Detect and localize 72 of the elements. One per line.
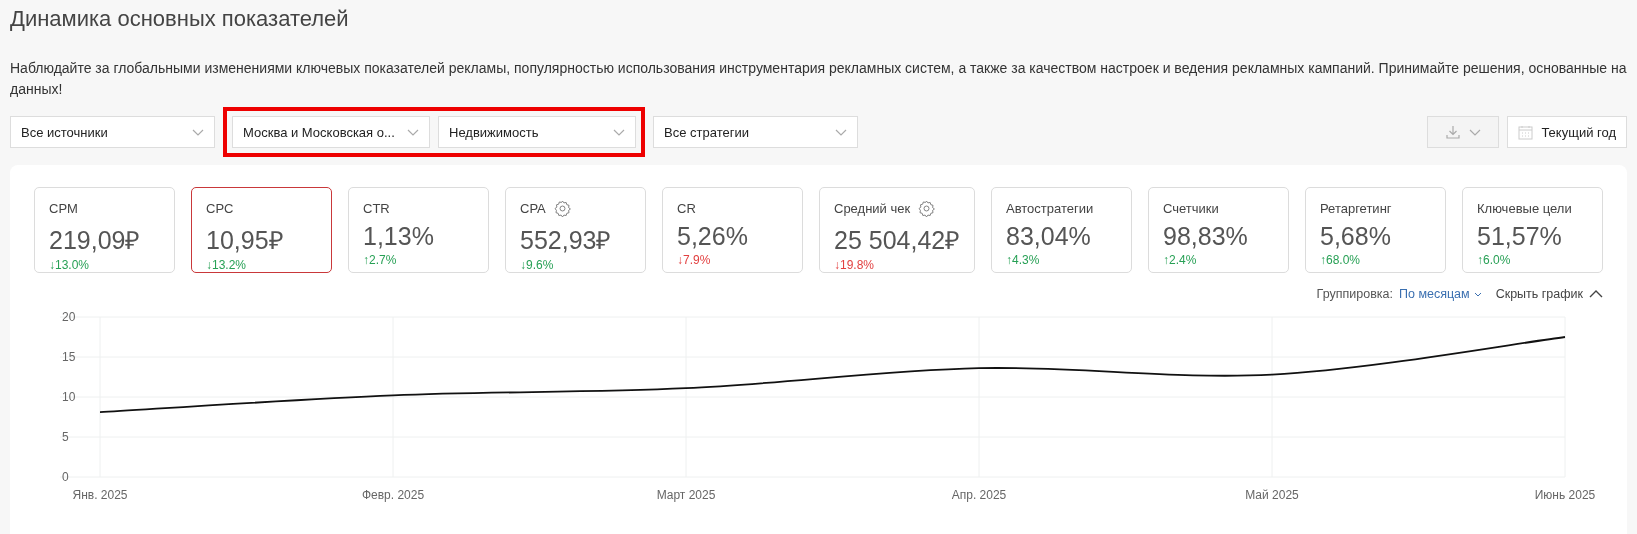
chevron-down-icon <box>407 128 419 136</box>
metric-value: 552,93₽ <box>520 225 613 256</box>
metric-card[interactable]: Счетчики 98,83% ↑2.4% <box>1148 187 1289 273</box>
y-axis-label: 10 <box>62 390 76 404</box>
grouping-dropdown[interactable]: По месяцам <box>1398 287 1482 301</box>
metric-change: ↓7.9% <box>677 253 712 267</box>
metric-change: ↑68.0% <box>1320 253 1362 267</box>
metric-label: CPC <box>206 200 234 216</box>
metric-value: 5,26% <box>677 222 749 251</box>
metric-card[interactable]: Автостратегии 83,04% ↑4.3% <box>991 187 1132 273</box>
page-description: Наблюдайте за глобальными изменениями ключевых показателей рекламы, популярностью использования инструментария рекламных систем, а также за качеством настроек и ведения рекламных кампаний. Принимайте решения, основанные на данных! <box>10 59 1627 99</box>
metric-label: Автостратегии <box>1006 200 1094 216</box>
metric-change: ↑2.4% <box>1163 253 1198 267</box>
y-axis-label: 15 <box>62 350 76 364</box>
chevron-down-icon <box>613 128 625 136</box>
metric-change: ↑6.0% <box>1477 253 1512 267</box>
metric-card[interactable]: CTR 1,13% ↑2.7% <box>348 187 489 273</box>
x-axis-label: Апр. 2025 <box>951 488 1007 502</box>
hide-chart-button[interactable]: Скрыть график <box>1495 287 1603 301</box>
metric-change: ↑2.7% <box>363 253 398 267</box>
metric-label: CPM <box>49 200 78 216</box>
metric-card[interactable]: Ключевые цели 51,57% ↑6.0% <box>1462 187 1603 273</box>
metric-label: CTR <box>363 200 390 216</box>
chevron-down-icon <box>1469 128 1482 136</box>
x-axis-label: Июнь 2025 <box>1534 488 1596 502</box>
chevron-down-icon <box>192 128 204 136</box>
y-axis-label: 0 <box>62 470 69 484</box>
metric-value: 5,68% <box>1320 222 1392 251</box>
dropdown[interactable]: Все источники <box>10 116 215 148</box>
metric-value: 219,09₽ <box>49 225 142 256</box>
x-axis-label: Май 2025 <box>1245 488 1299 502</box>
metric-label: Счетчики <box>1163 200 1219 216</box>
metric-label: Ретаргетинг <box>1320 200 1392 216</box>
chevron-down-icon <box>1473 291 1482 297</box>
metric-value: 1,13% <box>363 222 435 251</box>
metric-value: 10,95₽ <box>206 225 285 256</box>
metric-label: Ключевые цели <box>1477 200 1572 216</box>
metric-card[interactable]: CPC 10,95₽ ↓13.2% <box>191 187 332 273</box>
x-axis-label: Март 2025 <box>656 488 716 502</box>
y-axis-label: 5 <box>62 430 69 444</box>
calendar-icon <box>1518 124 1534 140</box>
metric-value: 98,83% <box>1163 222 1249 251</box>
metric-change: ↓9.6% <box>520 258 555 272</box>
dropdown[interactable]: Москва и Московская о... <box>232 116 430 148</box>
page-title: Динамика основных показателей <box>10 6 350 32</box>
metric-card[interactable]: CPM 219,09₽ ↓13.0% <box>34 187 175 273</box>
metric-card[interactable]: CR 5,26% ↓7.9% <box>662 187 803 273</box>
metric-label: CPA <box>520 200 546 216</box>
metric-change: ↑4.3% <box>1006 253 1041 267</box>
x-axis-label: Янв. 2025 <box>72 488 128 502</box>
metric-label: CR <box>677 200 696 216</box>
metric-card[interactable]: Средний чек 25 504,42₽ ↓19.8% <box>819 187 975 273</box>
chevron-down-icon <box>835 128 847 136</box>
metric-change: ↓19.8% <box>834 258 876 272</box>
download-icon <box>1445 124 1462 140</box>
metric-card[interactable]: CPA 552,93₽ ↓9.6% <box>505 187 646 273</box>
x-axis-label: Февр. 2025 <box>361 488 425 502</box>
settings-icon[interactable] <box>553 199 571 217</box>
metric-value: 83,04% <box>1006 222 1092 251</box>
dropdown[interactable]: Все стратегии <box>653 116 858 148</box>
y-axis-label: 20 <box>62 310 76 324</box>
metric-value: 25 504,42₽ <box>834 225 960 256</box>
settings-icon[interactable] <box>918 199 936 217</box>
grouping-label: Группировка: <box>1316 287 1393 301</box>
chevron-up-icon <box>1589 290 1603 298</box>
metric-value: 51,57% <box>1477 222 1563 251</box>
period-button[interactable]: Текущий год <box>1507 116 1627 148</box>
metric-change: ↓13.0% <box>49 258 91 272</box>
metric-change: ↓13.2% <box>206 258 248 272</box>
metric-card[interactable]: Ретаргетинг 5,68% ↑68.0% <box>1305 187 1446 273</box>
metric-label: Средний чек <box>834 200 911 216</box>
dropdown[interactable]: Недвижимость <box>438 116 636 148</box>
